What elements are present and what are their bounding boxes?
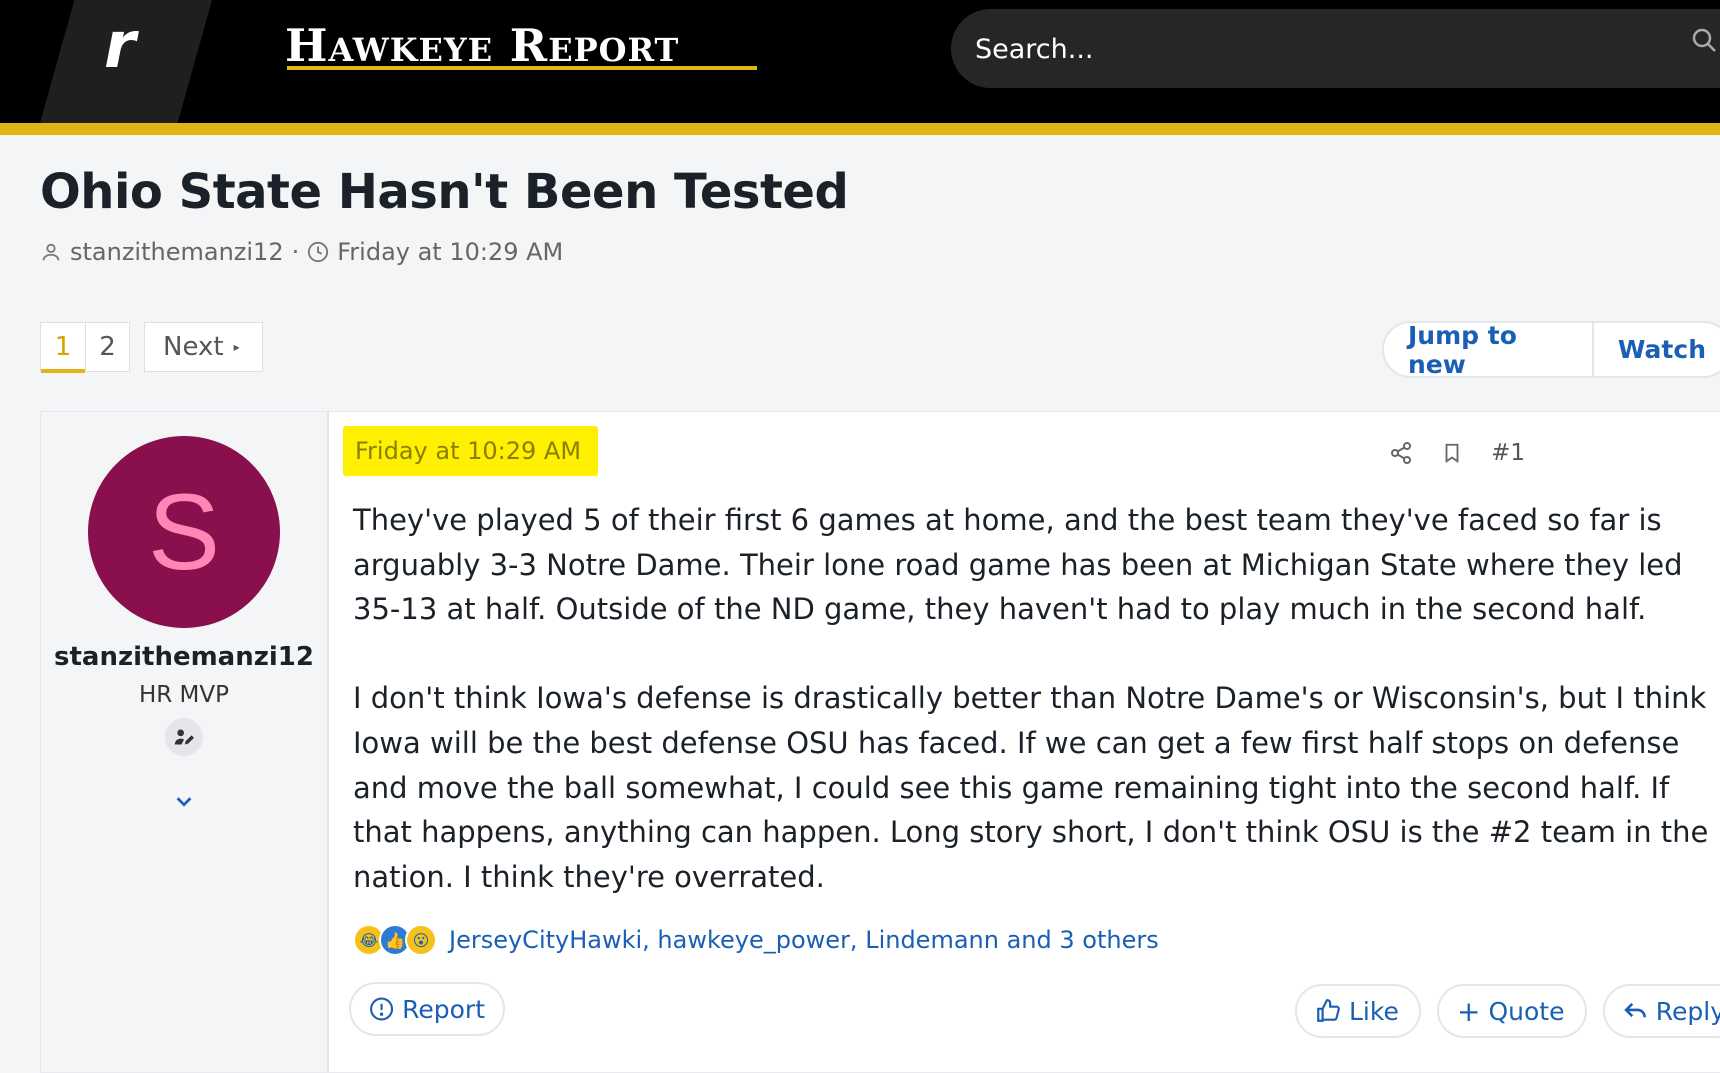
reactions-list[interactable]: JerseyCityHawki, hawkeye_power, Lindeman… <box>449 926 1159 954</box>
share-icon[interactable] <box>1389 441 1413 465</box>
report-label: Report <box>402 994 485 1024</box>
user-icon <box>42 243 60 261</box>
report-button[interactable]: Report <box>349 982 505 1036</box>
caret-right-icon: ▸ <box>233 340 240 354</box>
page-title: Ohio State Hasn't Been Tested <box>40 164 849 220</box>
post-tools: #1 <box>1389 440 1525 466</box>
thumbs-up-icon <box>1317 999 1340 1022</box>
like-button[interactable]: Like <box>1295 984 1421 1038</box>
brand-underline <box>287 66 757 70</box>
reactions-bar[interactable]: 😂 👍 😮 JerseyCityHawki, hawkeye_power, Li… <box>353 924 1159 956</box>
post-paragraph: They've played 5 of their first 6 games … <box>353 503 1683 627</box>
user-title: HR MVP <box>138 682 230 708</box>
post-date[interactable]: Friday at 10:29 AM <box>343 426 599 476</box>
reaction-icons: 😂 👍 😮 <box>353 924 437 956</box>
wow-emoji-icon: 😮 <box>405 924 437 956</box>
reply-button[interactable]: Reply <box>1603 984 1720 1038</box>
page-1-button[interactable]: 1 <box>41 323 85 373</box>
search-bar[interactable] <box>951 9 1720 90</box>
page-number-group: 1 2 <box>40 322 130 373</box>
thread-meta: stanzithemanzi12 · Friday at 10:29 AM <box>40 236 563 268</box>
rivals-logo[interactable]: r <box>104 14 136 78</box>
chevron-down-icon[interactable] <box>173 790 195 812</box>
post-body: They've played 5 of their first 6 games … <box>353 498 1720 944</box>
next-page-button[interactable]: Next ▸ <box>144 322 263 372</box>
bookmark-icon[interactable] <box>1441 441 1463 465</box>
thread-author[interactable]: stanzithemanzi12 <box>70 238 284 266</box>
post-paragraph: I don't think Iowa's defense is drastica… <box>353 681 1709 894</box>
site-brand-logo[interactable]: Hawkeye Report <box>285 18 760 74</box>
pagination: 1 2 Next ▸ <box>40 322 263 373</box>
reply-arrow-icon <box>1624 1002 1646 1018</box>
post-number[interactable]: #1 <box>1491 440 1525 466</box>
like-label: Like <box>1349 996 1399 1026</box>
clock-icon <box>308 241 329 263</box>
post-content: Friday at 10:29 AM #1 They've played 5 o… <box>331 412 1720 1072</box>
header-accent-stripe <box>0 123 1720 135</box>
alert-icon <box>370 997 394 1021</box>
reply-label: Reply <box>1655 996 1720 1026</box>
quote-button[interactable]: + Quote <box>1437 984 1587 1038</box>
post-user-panel: S stanzithemanzi12 HR MVP <box>41 412 329 1072</box>
post-username[interactable]: stanzithemanzi12 <box>41 642 327 672</box>
thread-date[interactable]: Friday at 10:29 AM <box>337 238 563 266</box>
avatar[interactable]: S <box>88 436 280 628</box>
jump-to-new-button[interactable]: Jump to new <box>1384 321 1592 379</box>
next-label: Next <box>163 332 224 362</box>
site-header: r Hawkeye Report <box>0 0 1720 123</box>
thread-actions: Jump to new Watch <box>1382 321 1720 379</box>
watch-button[interactable]: Watch <box>1591 323 1720 376</box>
search-input[interactable] <box>973 9 1577 90</box>
quote-label: Quote <box>1488 996 1565 1026</box>
user-edit-badge-icon[interactable] <box>165 718 203 756</box>
post: S stanzithemanzi12 HR MVP Friday at 10:2… <box>40 411 1720 1073</box>
meta-separator: · <box>291 238 300 266</box>
plus-icon: + <box>1457 994 1481 1028</box>
search-icon[interactable] <box>1692 28 1716 52</box>
page-2-button[interactable]: 2 <box>85 323 129 371</box>
